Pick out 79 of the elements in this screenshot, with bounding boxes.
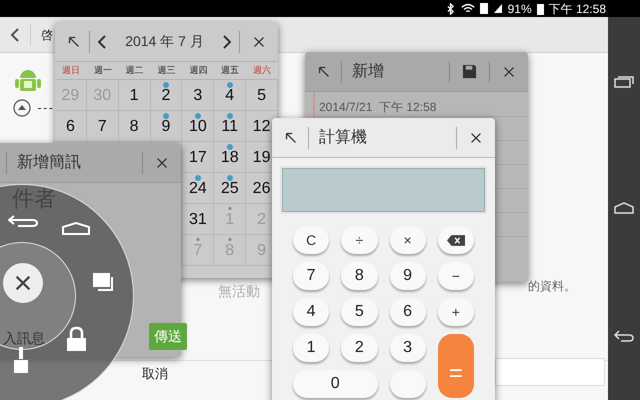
operator-key[interactable]: × <box>390 226 426 254</box>
calendar-day[interactable]: 17 <box>188 146 207 170</box>
calendar-day[interactable]: 10 <box>188 115 207 139</box>
weekday-label: 週二 <box>124 64 145 77</box>
brush-icon[interactable] <box>12 346 30 374</box>
close-icon <box>13 273 33 293</box>
weekday-label: 週日 <box>60 64 81 77</box>
calendar-day[interactable]: 4 <box>225 84 234 108</box>
calendar-day[interactable]: 9 <box>162 115 170 139</box>
restore-arrow-icon[interactable] <box>284 130 298 144</box>
window-title: 新增簡訊 <box>17 152 82 172</box>
weekday-label: 週三 <box>156 64 176 77</box>
battery-icon <box>536 2 544 14</box>
calendar-day[interactable]: 3 <box>193 84 202 108</box>
calendar-day[interactable]: 24 <box>188 177 207 201</box>
app-bar-title: 啓 <box>41 26 53 44</box>
sim-card-icon <box>480 3 488 14</box>
status-time: 下午 12:58 <box>548 0 606 18</box>
back-chevron-icon[interactable] <box>10 26 20 42</box>
save-icon[interactable] <box>462 64 477 79</box>
weekday-label: 週六 <box>252 64 272 77</box>
backspace-key[interactable] <box>438 226 474 254</box>
digit-key[interactable]: 8 <box>341 262 378 290</box>
backspace-icon <box>446 234 465 246</box>
calendar-day[interactable]: 26 <box>252 177 270 201</box>
weekday-label: 週一 <box>92 64 113 77</box>
calendar-month-title: 2014 年 7 月 <box>124 32 205 51</box>
signal-icon <box>492 3 503 14</box>
restore-arrow-icon[interactable] <box>67 34 81 48</box>
lock-icon[interactable] <box>66 326 87 352</box>
calendar-day[interactable]: 1 <box>130 84 139 108</box>
calendar-day[interactable]: 25 <box>220 177 239 201</box>
operator-key[interactable]: C <box>293 226 330 254</box>
previous-month-icon[interactable] <box>98 34 106 48</box>
close-icon[interactable] <box>469 130 483 144</box>
restore-arrow-icon[interactable] <box>317 64 331 78</box>
digit-key[interactable]: 6 <box>390 298 426 326</box>
weekday-label: 週五 <box>220 64 240 77</box>
digit-key[interactable]: 2 <box>341 334 378 362</box>
window-title: 新增 <box>352 62 385 82</box>
weekday-label: 週四 <box>188 64 208 77</box>
operator-key[interactable]: ÷ <box>341 226 378 254</box>
status-text: 無活動 <box>218 282 260 301</box>
digit-key[interactable]: 9 <box>390 262 426 290</box>
digit-key[interactable]: 7 <box>293 262 330 290</box>
digit-key[interactable]: 1 <box>293 334 330 362</box>
close-icon[interactable] <box>502 64 516 78</box>
next-month-icon[interactable] <box>223 34 231 48</box>
calendar-day[interactable]: 19 <box>252 146 270 170</box>
recent-apps-icon[interactable] <box>92 270 116 292</box>
close-icon[interactable] <box>155 156 169 170</box>
calendar-day[interactable]: 11 <box>221 115 238 139</box>
recent-apps-icon[interactable] <box>614 74 634 88</box>
calendar-day[interactable]: 5 <box>257 84 266 108</box>
digit-key[interactable]: 4 <box>293 298 330 326</box>
collapse-up-icon[interactable] <box>13 99 31 117</box>
input-field[interactable] <box>495 358 605 386</box>
digit-key[interactable]: 0 <box>293 370 378 398</box>
back-icon[interactable] <box>614 328 634 343</box>
operator-key[interactable]: + <box>438 298 474 326</box>
wifi-icon <box>460 2 475 14</box>
cancel-button[interactable]: 取消 <box>135 363 175 385</box>
note-timestamp: 2014/7/21 下午 12:58 <box>318 99 438 116</box>
battery-percentage: 91% <box>508 0 532 18</box>
digit-key[interactable]: 5 <box>341 298 378 326</box>
operator-key[interactable]: − <box>438 262 474 290</box>
bluetooth-icon <box>444 2 456 14</box>
calendar-day[interactable]: 31 <box>188 208 207 232</box>
calendar-day[interactable]: 18 <box>220 146 239 170</box>
calendar-day[interactable]: 2 <box>162 84 170 108</box>
calendar-day[interactable]: 12 <box>252 115 270 139</box>
digit-key[interactable]: 3 <box>390 334 426 362</box>
window-title: 計算機 <box>319 128 368 148</box>
calendar-day[interactable]: 8 <box>130 115 139 139</box>
calendar-day[interactable]: 7 <box>98 115 107 139</box>
description-text: 的資料。 <box>528 278 576 295</box>
home-icon[interactable] <box>614 202 634 214</box>
calendar-day[interactable]: 6 <box>66 115 75 139</box>
close-icon[interactable] <box>252 34 266 48</box>
